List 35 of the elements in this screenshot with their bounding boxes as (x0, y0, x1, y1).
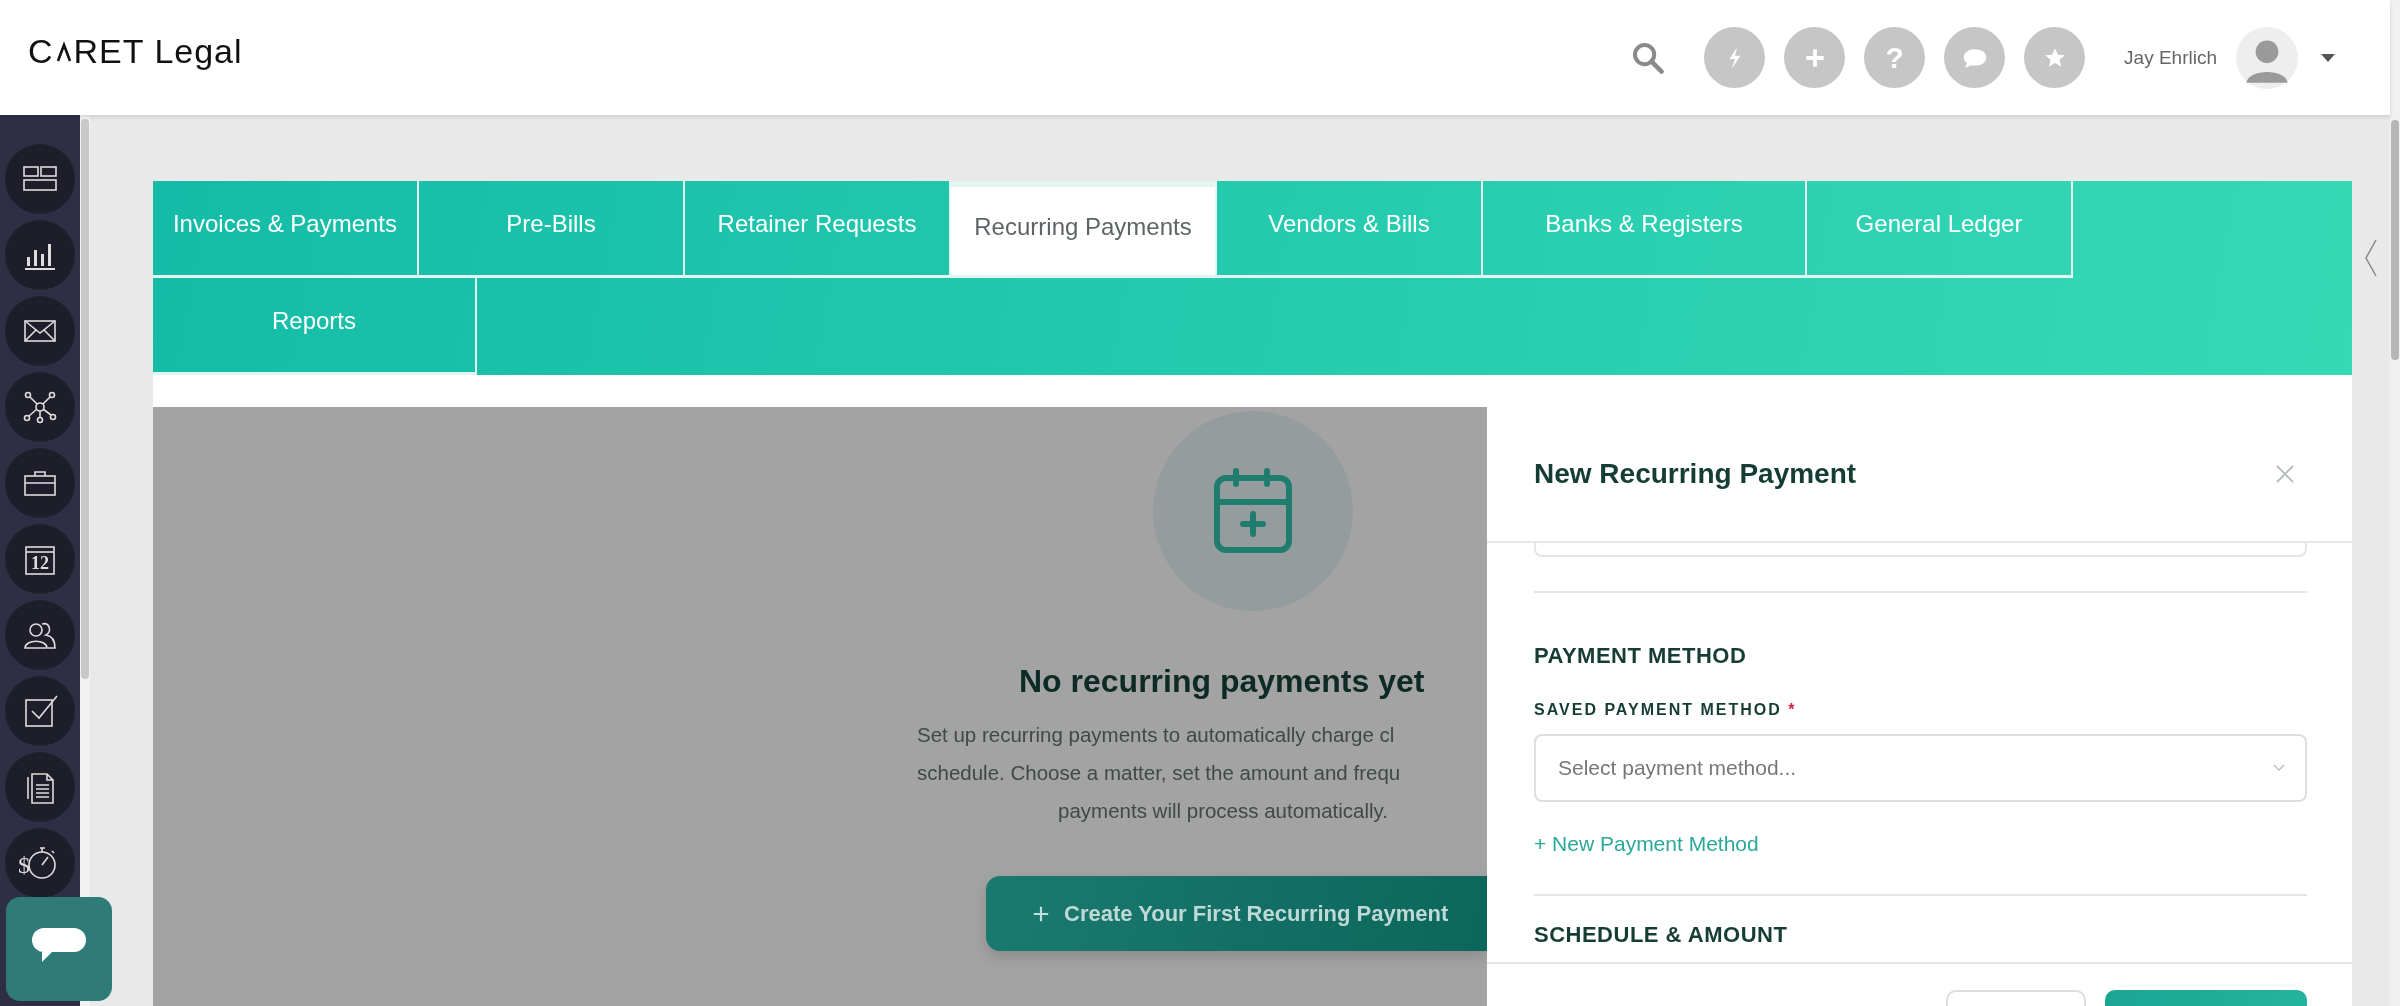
caret-logo-icon (55, 40, 72, 63)
create-recurring-payment-button[interactable]: Create Your First Recurring Payment (986, 876, 1487, 951)
tab[interactable]: Banks & Registers (1483, 181, 1807, 278)
new-payment-method-link[interactable]: + New Payment Method (1534, 832, 1759, 856)
field-label: SAVED PAYMENT METHOD * (1534, 701, 1797, 719)
plus-icon (1032, 904, 1050, 923)
description-line: Set up recurring payments to automatically charge cl (917, 722, 1396, 748)
panel-title: New Recurring Payment (1534, 458, 1857, 490)
empty-state-title: No recurring payments yet (1019, 663, 1425, 700)
tab[interactable]: Pre-Bills (419, 181, 685, 278)
billing-nav-button[interactable]: $ (5, 828, 75, 898)
calendar-plus-icon (1213, 468, 1293, 554)
description-line: payments will process automatically. (1058, 798, 1390, 824)
select-field[interactable] (1534, 543, 2307, 557)
tab[interactable]: Recurring Payments (951, 181, 1217, 278)
tab[interactable]: Invoices & Payments (153, 181, 419, 278)
avatar-icon[interactable] (2236, 26, 2298, 89)
section-heading: PAYMENT METHOD (1534, 643, 1747, 669)
payment-method-select[interactable]: Select payment method... (1534, 734, 2307, 802)
section-heading: SCHEDULE & AMOUNT (1534, 922, 1788, 948)
tab[interactable]: Vendors & Bills (1217, 181, 1483, 278)
calendar-nav-button[interactable]: 12 (5, 524, 75, 594)
logo-text: RET Legal (73, 32, 243, 71)
dollar-sign: $ (18, 853, 30, 877)
calendar-day: 12 (20, 554, 60, 572)
tab[interactable]: General Ledger (1807, 181, 2073, 278)
help-button[interactable]: ? (1864, 27, 1926, 88)
chevron-left-icon[interactable] (2364, 238, 2378, 278)
search-icon[interactable] (1631, 40, 1666, 75)
dropdown-caret-icon[interactable] (2321, 53, 2335, 62)
chat-button[interactable] (6, 897, 112, 1001)
logo-text: C (28, 32, 54, 71)
user-name[interactable]: Jay Ehrlich (2124, 46, 2217, 69)
description-line: schedule. Choose a matter, set the amount and frequ (917, 760, 1401, 786)
scrollbar[interactable] (2390, 0, 2400, 1006)
